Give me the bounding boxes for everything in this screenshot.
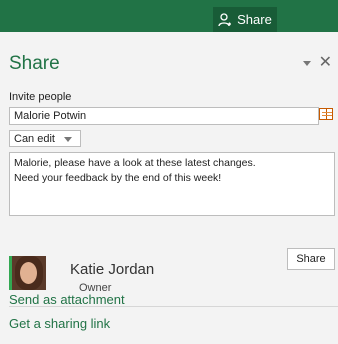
get-sharing-link[interactable]: Get a sharing link bbox=[9, 316, 110, 331]
address-book-icon[interactable] bbox=[319, 108, 333, 120]
share-tab-label: Share bbox=[237, 12, 272, 27]
close-icon[interactable]: ✕ bbox=[319, 55, 332, 71]
message-textarea[interactable]: Malorie, please have a look at these lat… bbox=[9, 152, 335, 216]
share-button[interactable]: Share bbox=[287, 248, 335, 270]
chevron-down-icon bbox=[64, 137, 72, 142]
pane-title: Share bbox=[9, 53, 60, 74]
avatar bbox=[9, 256, 46, 290]
top-bar: Share bbox=[0, 0, 338, 32]
pane-options-dropdown-icon[interactable] bbox=[302, 60, 311, 66]
share-pane: Share ✕ Invite people Malorie Potwin Can… bbox=[0, 32, 338, 344]
invite-people-label: Invite people bbox=[9, 91, 72, 103]
permission-select[interactable]: Can edit bbox=[9, 130, 81, 147]
permission-value: Can edit bbox=[14, 132, 55, 145]
person-icon bbox=[218, 12, 232, 26]
user-name: Katie Jordan bbox=[70, 261, 155, 278]
invite-people-input[interactable]: Malorie Potwin bbox=[9, 107, 319, 125]
send-as-attachment-link[interactable]: Send as attachment bbox=[9, 292, 125, 307]
pane-controls: ✕ bbox=[302, 55, 332, 71]
share-tab-button[interactable]: Share bbox=[213, 7, 277, 32]
